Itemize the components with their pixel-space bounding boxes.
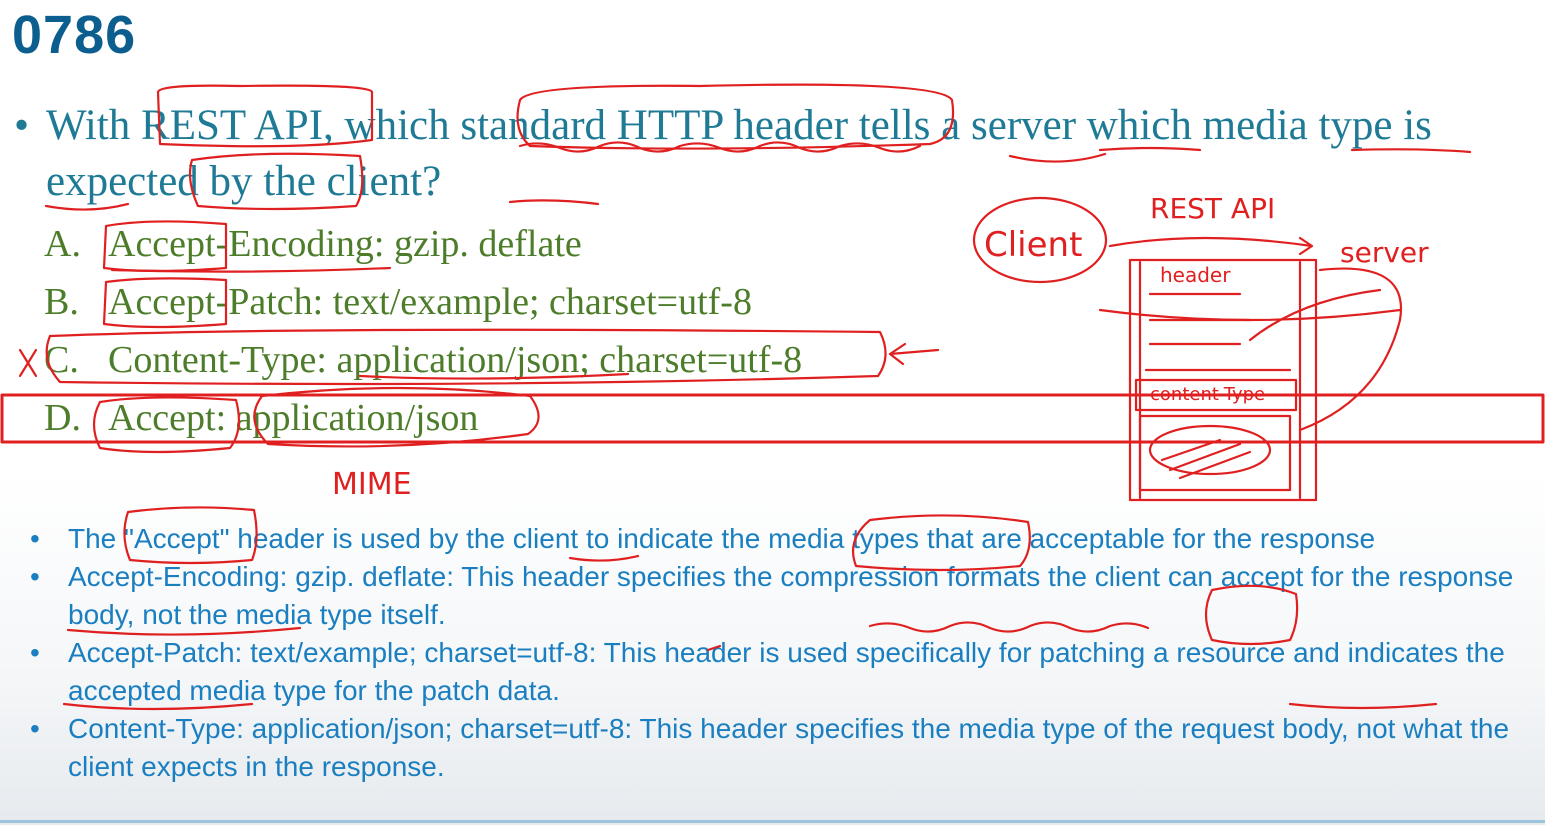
server-return-curve — [1298, 267, 1403, 432]
bullet-icon: • — [30, 713, 40, 744]
header-lines — [1144, 292, 1292, 372]
body-scribble — [1148, 424, 1272, 476]
option-letter: B. — [44, 281, 79, 323]
content-type-label: content-Type — [1150, 384, 1265, 405]
header-label: header — [1160, 263, 1231, 287]
option-letter: C. — [44, 339, 79, 381]
wrong-mark — [18, 348, 38, 378]
explanation-text: Content-Type: application/json; charset=… — [68, 713, 1510, 782]
explanation-item: • Accept-Patch: text/example; charset=utf… — [28, 634, 1528, 710]
question-text: With REST API, which standard HTTP heade… — [46, 102, 1432, 205]
option-text: Content-Type: application/json; charset=… — [108, 339, 803, 381]
option-letter: D. — [44, 397, 81, 439]
option-text: Accept: application/json — [108, 397, 479, 439]
explanation-text: Accept-Patch: text/example; charset=utf-… — [68, 637, 1505, 706]
slide-number: 0786 — [12, 5, 137, 65]
option-b[interactable]: B. Accept-Patch: text/example; charset=ut… — [44, 280, 752, 324]
option-letter: A. — [44, 223, 81, 265]
arrow-client-server — [1108, 236, 1314, 256]
bullet-icon: • — [30, 637, 40, 668]
request-box — [1128, 258, 1318, 502]
bullet-icon: • — [30, 561, 40, 592]
option-c[interactable]: C. Content-Type: application/json; charse… — [44, 338, 802, 382]
explanation-list: • The "Accept" header is used by the clie… — [28, 520, 1528, 786]
explanation-item: • Accept-Encoding: gzip. deflate: This he… — [28, 558, 1528, 634]
client-circle — [972, 196, 1108, 284]
option-a[interactable]: A. Accept-Encoding: gzip. deflate — [44, 222, 582, 266]
request-box-outline — [1138, 260, 1302, 500]
option-d[interactable]: D. Accept: application/json — [44, 396, 478, 440]
explanation-text: Accept-Encoding: gzip. deflate: This hea… — [68, 561, 1514, 630]
client-label: Client — [984, 225, 1082, 265]
bullet-icon: • — [30, 523, 40, 554]
explanation-item: • Content-Type: application/json; charset… — [28, 710, 1528, 786]
content-type-box — [1134, 378, 1298, 412]
arrow-option-c — [888, 342, 940, 366]
option-text: Accept-Encoding: gzip. deflate — [108, 223, 582, 265]
flow-curve — [1248, 288, 1382, 342]
underline-option-a — [110, 266, 392, 273]
explanation-text: The "Accept" header is used by the clien… — [68, 523, 1376, 554]
arc-back — [1098, 308, 1402, 322]
bullet-icon: • — [14, 102, 30, 149]
server-label: server — [1340, 236, 1429, 269]
bottom-divider — [0, 820, 1545, 823]
explanation-item: • The "Accept" header is used by the clie… — [28, 520, 1528, 558]
option-text: Accept-Patch: text/example; charset=utf-… — [108, 281, 752, 323]
